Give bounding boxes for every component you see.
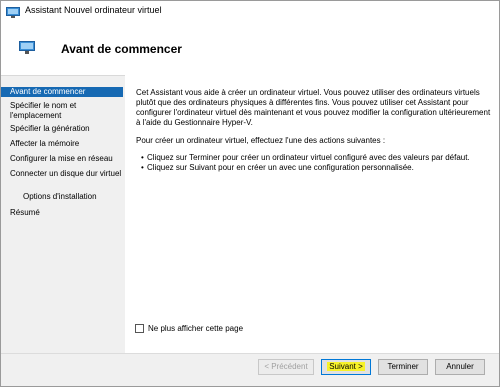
step-label: Avant de commencer — [10, 87, 86, 96]
intro-paragraph: Cet Assistant vous aide à créer un ordin… — [136, 88, 491, 127]
finish-button[interactable]: Terminer — [378, 359, 428, 375]
page-title: Avant de commencer — [61, 42, 182, 56]
next-button-label: Suivant > — [327, 362, 365, 371]
list-item: Cliquez sur Suivant pour en créer un ave… — [141, 163, 491, 173]
next-button[interactable]: Suivant > — [321, 359, 371, 375]
wizard-window: Assistant Nouvel ordinateur virtuel Avan… — [0, 0, 500, 387]
step-label: Options d'installation — [23, 192, 97, 201]
instructions-paragraph: Pour créer un ordinateur virtuel, effect… — [136, 136, 386, 145]
options-list: Cliquez sur Terminer pour créer un ordin… — [141, 153, 491, 173]
dont-show-again-checkbox[interactable] — [135, 324, 144, 333]
step-disque-dur[interactable]: Connecter un disque dur virtuel — [1, 169, 123, 179]
title-bar: Assistant Nouvel ordinateur virtuel — [1, 1, 499, 21]
previous-button[interactable]: < Précédent — [258, 359, 314, 375]
wizard-header: Avant de commencer — [1, 21, 499, 76]
content-panel: Cet Assistant vous aide à créer un ordin… — [125, 75, 499, 353]
step-label: Spécifier le nom et l'emplacement — [10, 101, 77, 120]
cancel-button[interactable]: Annuler — [435, 359, 485, 375]
step-label: Configurer la mise en réseau — [10, 154, 113, 163]
step-label: Affecter la mémoire — [10, 139, 80, 148]
step-generation[interactable]: Spécifier la génération — [1, 124, 123, 134]
virtual-machine-icon — [6, 5, 20, 18]
dont-show-again-label[interactable]: Ne plus afficher cette page — [148, 324, 243, 333]
step-nom-emplacement[interactable]: Spécifier le nom et l'emplacement — [1, 101, 123, 121]
step-resume[interactable]: Résumé — [1, 208, 123, 218]
step-label: Résumé — [10, 208, 40, 217]
window-title: Assistant Nouvel ordinateur virtuel — [25, 5, 162, 15]
cancel-button-label: Annuler — [446, 362, 474, 371]
step-reseau[interactable]: Configurer la mise en réseau — [1, 154, 123, 164]
list-item: Cliquez sur Terminer pour créer un ordin… — [141, 153, 491, 163]
step-label: Spécifier la génération — [10, 124, 90, 133]
wizard-steps: Avant de commencer Spécifier le nom et l… — [1, 81, 125, 341]
step-avant-de-commencer[interactable]: Avant de commencer — [1, 87, 123, 97]
step-memoire[interactable]: Affecter la mémoire — [1, 139, 123, 149]
step-options-installation[interactable]: Options d'installation — [1, 192, 123, 202]
step-label: Connecter un disque dur virtuel — [10, 169, 122, 178]
footer-divider — [1, 353, 499, 354]
virtual-machine-icon — [19, 41, 35, 54]
finish-button-label: Terminer — [387, 362, 419, 371]
previous-button-label: < Précédent — [264, 362, 308, 371]
